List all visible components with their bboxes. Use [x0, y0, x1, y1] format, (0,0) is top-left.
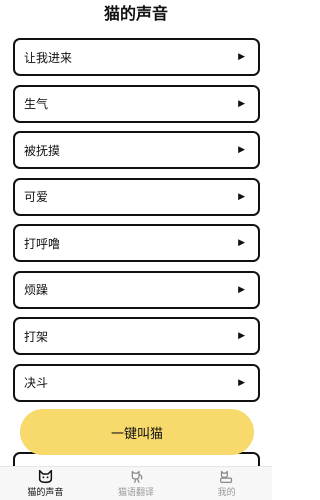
play-arrow-icon: ▶ [238, 238, 245, 248]
sound-item[interactable]: 打呼噜 ▶ [13, 224, 260, 262]
sound-item-label: 可爱 [24, 190, 49, 204]
tab-profile[interactable]: 我的 [181, 467, 272, 500]
sound-item-label: 生气 [24, 97, 49, 111]
cat-face-icon [38, 469, 52, 484]
sound-item[interactable]: 生气 ▶ [13, 84, 260, 123]
sound-item-label: 烦躁 [24, 283, 49, 297]
sound-item-label: 打呼噜 [24, 236, 61, 251]
tab-cat-translate[interactable]: 猫语翻译 [91, 467, 182, 500]
tab-cat-sounds[interactable]: 猫的声音 [0, 467, 91, 500]
sound-list: 让我进来 ▶ 生气 ▶ 被抚摸 ▶ 可爱 ▶ 打呼噜 ▶ 烦躁 ▶ 打架 ▶ 决… [13, 38, 260, 410]
sound-item-label: 让我进来 [24, 50, 73, 65]
play-arrow-icon: ▶ [238, 145, 245, 155]
sound-item[interactable]: 可爱 ▶ [13, 177, 260, 216]
tab-label: 我的 [217, 488, 236, 498]
page-title: 猫的声音 [103, 4, 168, 23]
cat-translate-icon [131, 470, 142, 483]
sound-item-label: 被抚摸 [24, 143, 61, 158]
call-cat-button[interactable]: 一键叫猫 [20, 409, 254, 455]
play-arrow-icon: ▶ [238, 98, 245, 109]
sound-item-label: 决斗 [24, 376, 49, 390]
sound-item[interactable]: 决斗 ▶ [13, 363, 260, 402]
play-arrow-icon: ▶ [238, 331, 245, 341]
play-arrow-icon: ▶ [238, 52, 245, 62]
sound-item[interactable]: 烦躁 ▶ [13, 270, 260, 309]
sound-item-label: 打架 [24, 329, 49, 344]
play-arrow-icon: ▶ [238, 191, 245, 202]
sound-item[interactable]: 打架 ▶ [13, 317, 260, 355]
play-arrow-icon: ▶ [238, 377, 245, 388]
bottom-tab-bar: 猫的声音 猫语翻译 我的 [0, 466, 272, 500]
profile-icon [220, 470, 233, 483]
tab-label: 猫的声音 [27, 488, 64, 498]
tab-label: 猫语翻译 [118, 488, 155, 498]
sound-item[interactable]: 被抚摸 ▶ [13, 131, 260, 169]
play-arrow-icon: ▶ [238, 284, 245, 295]
sound-item[interactable]: 让我进来 ▶ [13, 38, 260, 76]
